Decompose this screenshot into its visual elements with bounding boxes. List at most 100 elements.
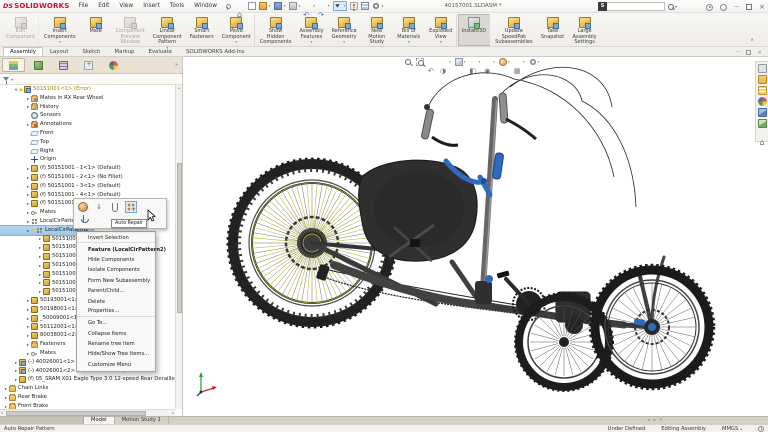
search-caret-icon[interactable]: ▾	[675, 4, 677, 9]
ribbon-button[interactable]: Instant3D▾	[457, 14, 491, 46]
tree-item[interactable]: ▸ (f) 50151001 - 2<1> (No Fillet)	[0, 173, 127, 182]
context-toolbar-icon[interactable]	[77, 213, 89, 225]
tree-item[interactable]: ▸ 50151001	[0, 279, 83, 288]
quick-access-button[interactable]	[247, 2, 256, 10]
menu-item[interactable]: Edit	[93, 0, 114, 12]
tree-item[interactable]: ▸ 50151001	[0, 235, 83, 244]
command-manager-tab[interactable]: Assembly	[3, 47, 43, 56]
tree-item[interactable]: Right	[0, 147, 58, 156]
context-menu-item[interactable]: Parent/Child...	[77, 286, 155, 296]
tree-item[interactable]: ▸ Mates	[0, 349, 60, 358]
assembly-model[interactable]	[184, 57, 768, 416]
tree-item[interactable]: ▸ History	[0, 103, 63, 112]
ribbon-button[interactable]: Linear Component Pattern ▾	[149, 14, 186, 50]
heads-up-button[interactable]	[440, 58, 451, 66]
ribbon-button[interactable]: Mate▾	[80, 14, 112, 46]
tree-item[interactable]: ▸ 50151001	[0, 287, 83, 296]
tree-item[interactable]: ▸ 50151001	[0, 243, 83, 252]
tree-item[interactable]: ▸ Fasteners	[0, 340, 69, 349]
scroll-right-icon[interactable]: ▸	[171, 411, 175, 415]
heads-up-button[interactable]	[470, 58, 481, 66]
filter-caret-icon[interactable]: ▾	[11, 77, 13, 82]
tree-item[interactable]: Top	[0, 138, 53, 147]
tree-item[interactable]: ▸ Rear Brake	[0, 393, 51, 402]
heads-up-button[interactable]	[528, 58, 540, 66]
ribbon-button[interactable]: Update SpeedPak Subassemblies▾	[491, 14, 536, 46]
window-control-icon[interactable]	[734, 2, 739, 12]
heads-up-button[interactable]	[404, 58, 412, 66]
ribbon-button[interactable]: Show Hidden Components▾	[256, 14, 296, 46]
filter-icon[interactable]	[3, 77, 9, 84]
tree-item[interactable]: ▸ Front Brake	[0, 402, 52, 409]
context-toolbar-icon[interactable]	[125, 201, 137, 213]
task-pane-icon[interactable]	[758, 130, 767, 139]
command-manager-tab[interactable]: Sketch	[75, 47, 107, 56]
command-manager-tab[interactable]: Layout	[43, 47, 75, 56]
ribbon-button[interactable]: Take Snapshot▾	[537, 14, 569, 46]
quick-access-button[interactable]	[332, 1, 347, 11]
scroll-up-icon[interactable]: ▴	[176, 85, 182, 91]
task-pane-icon[interactable]	[757, 86, 767, 95]
vertical-scroll-thumb[interactable]	[176, 163, 182, 313]
heads-up-button[interactable]	[428, 58, 436, 66]
document-window-control-icon[interactable]	[757, 49, 762, 57]
context-menu-item[interactable]: Form New Subassembly	[77, 276, 155, 286]
quick-access-button[interactable]	[288, 2, 301, 10]
front-right-wheel[interactable]	[588, 263, 716, 391]
context-toolbar-icon[interactable]	[109, 201, 121, 213]
context-menu-item[interactable]: Feature (LocalCirPattern2)	[77, 244, 166, 254]
tree-item[interactable]: ▸ 50193001<1> -	[0, 296, 87, 305]
document-window-control-icon[interactable]	[746, 50, 752, 55]
tree-item[interactable]: ▸ Annotations	[0, 120, 76, 129]
panel-tab[interactable]	[102, 58, 125, 72]
ribbon-button[interactable]: Component Preview Window▾	[112, 14, 149, 46]
document-window-control-icon[interactable]	[736, 48, 741, 57]
ribbon-button[interactable]: Bill of Materials ▾	[393, 14, 425, 46]
tab-splitter-area[interactable]	[0, 417, 84, 424]
tree-item[interactable]: ▸ Chain Links	[0, 384, 52, 393]
window-control-icon[interactable]	[706, 3, 714, 11]
window-control-icon[interactable]	[759, 3, 765, 12]
tree-item[interactable]: ▸ 50151001	[0, 261, 83, 270]
tree-item[interactable]: Front	[0, 129, 57, 138]
menu-item[interactable]: View	[114, 0, 138, 12]
tree-item[interactable]: ▸ 50151001	[0, 270, 83, 279]
tree-item[interactable]: ▾ 50151001<1> (Error)	[0, 85, 95, 94]
document-tab[interactable]: Motion Study 1	[115, 417, 169, 424]
ribbon-button[interactable]: New Motion Study▾	[361, 14, 393, 46]
heads-up-button[interactable]	[454, 58, 466, 66]
ribbon-button[interactable]: Exploded View ▾	[425, 14, 457, 46]
task-pane-icon[interactable]	[757, 119, 767, 128]
panel-tab[interactable]	[77, 58, 100, 72]
ribbon-button[interactable]: Smart Fasteners▾	[186, 14, 218, 46]
quick-access-button[interactable]	[349, 2, 358, 10]
heads-up-button[interactable]	[416, 58, 424, 66]
ribbon-button[interactable]: Reference Geometry ▾	[328, 14, 361, 46]
context-menu-item[interactable]: Delete	[77, 296, 155, 306]
context-menu-item[interactable]: Rename tree item	[77, 339, 155, 349]
quick-access-button[interactable]	[371, 2, 384, 10]
context-menu-item[interactable]: Properties...	[77, 307, 155, 318]
menu-item[interactable]: File	[73, 0, 93, 12]
tree-item[interactable]: ▸ Mates	[0, 208, 60, 217]
panel-chevron-icon[interactable]: »	[175, 62, 180, 68]
context-toolbar-icon[interactable]	[93, 201, 105, 213]
quick-access-button[interactable]	[318, 2, 330, 10]
collapse-ribbon-icon[interactable]: ∧	[750, 37, 754, 43]
quick-access-button[interactable]	[258, 2, 271, 10]
scroll-left-icon[interactable]: ◂	[0, 411, 4, 415]
tree-horizontal-scrollbar[interactable]: ◂ ▸	[0, 409, 175, 416]
context-menu-item[interactable]: Invert Selection	[77, 233, 155, 244]
graphics-viewport[interactable]	[184, 57, 768, 416]
units-selector[interactable]: MMGS ▴	[722, 426, 742, 432]
task-pane-icon[interactable]	[757, 97, 767, 106]
tree-item[interactable]: ▸ (f) 05_SRAM X01 Eagle Type 3.0 12-speed…	[0, 375, 175, 384]
panel-tab[interactable]	[2, 58, 25, 72]
tree-item[interactable]: ▸ Mates in RX Rear Wheel	[0, 94, 108, 103]
tree-item[interactable]: Origin	[0, 155, 60, 164]
tree-item[interactable]: ▸ (f) 50151001 - 3<1> (Default)	[0, 182, 125, 191]
task-pane-icon[interactable]	[757, 64, 767, 73]
heads-up-button[interactable]	[484, 58, 495, 66]
tree-vertical-scrollbar[interactable]: ▴	[175, 85, 182, 409]
pin-menu-icon[interactable]	[224, 3, 231, 10]
